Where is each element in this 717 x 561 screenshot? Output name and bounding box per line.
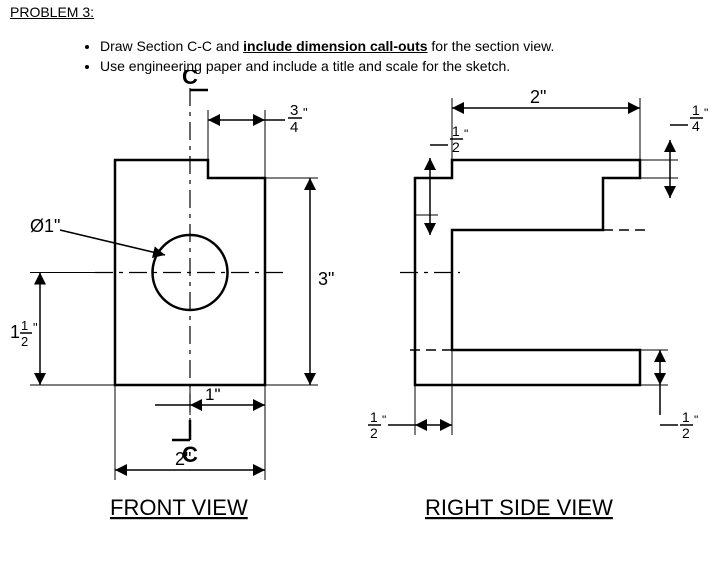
dim-right-top-step: 1 4 " xyxy=(640,102,708,198)
dim-right-tl-mark: " xyxy=(464,127,468,141)
problem-title: PROBLEM 3: xyxy=(10,4,94,20)
dim-right-tr-num: 1 xyxy=(692,102,700,118)
dim-step-width: 3 4 " xyxy=(208,102,308,178)
dim-right-bl-num: 1 xyxy=(370,409,378,425)
dim-right-br-mark: " xyxy=(694,413,698,427)
dim-hole-dia: Ø1" xyxy=(30,216,60,236)
dim-step-den: 4 xyxy=(290,119,298,136)
page: PROBLEM 3: Draw Section C-C and include … xyxy=(0,0,717,561)
dim-hole-height-whole: 1 xyxy=(10,322,20,342)
dim-hole-height: 1 1 2 " xyxy=(10,273,115,386)
dim-hole-offset: 1" xyxy=(155,385,265,415)
dim-hole-offset-text: 1" xyxy=(205,385,221,404)
instruction-1a: Draw Section C-C and xyxy=(100,38,243,54)
dim-overall-height-text: 3" xyxy=(318,269,334,289)
dim-right-top-width: 2" xyxy=(452,87,640,160)
dim-hole-dia-leader xyxy=(60,230,165,255)
front-view-label: FRONT VIEW xyxy=(110,495,248,520)
instruction-1b: include dimension call-outs xyxy=(243,38,427,54)
drawing-svg: C C Ø1" 1 1 2 xyxy=(0,70,717,561)
dim-right-br-den: 2 xyxy=(682,425,690,441)
dim-right-bl-den: 2 xyxy=(370,425,378,441)
dim-right-tr-den: 4 xyxy=(692,118,700,134)
dim-right-tr-mark: " xyxy=(704,106,708,120)
dim-right-bottom-right: 1 2 " xyxy=(640,350,698,441)
dim-overall-width-text: 2" xyxy=(175,449,191,469)
dim-overall-height: 3" xyxy=(265,178,334,385)
dim-step-mark: " xyxy=(303,105,308,120)
instruction-1c: for the section view. xyxy=(428,38,555,54)
dim-step-num: 3 xyxy=(290,102,298,119)
dim-right-tl-num: 1 xyxy=(452,123,460,139)
dim-hole-height-num: 1 xyxy=(21,318,28,333)
right-side-view: 2" 1 4 " xyxy=(368,87,708,520)
dim-right-br-num: 1 xyxy=(682,409,690,425)
dim-right-top-text: 2" xyxy=(530,87,546,107)
engineering-drawing: C C Ø1" 1 1 2 xyxy=(0,70,717,561)
dim-right-bl-mark: " xyxy=(382,413,386,427)
dim-hole-height-mark: " xyxy=(33,320,38,335)
section-letter-top: C xyxy=(182,70,198,89)
dim-right-bottom-left: 1 2 " xyxy=(368,350,452,441)
right-view-label: RIGHT SIDE VIEW xyxy=(425,495,613,520)
dim-right-tl-den: 2 xyxy=(452,139,460,155)
front-view: C C Ø1" 1 1 2 xyxy=(10,70,334,520)
instruction-1: Draw Section C-C and include dimension c… xyxy=(100,38,554,54)
dim-hole-height-den: 2 xyxy=(21,334,28,349)
